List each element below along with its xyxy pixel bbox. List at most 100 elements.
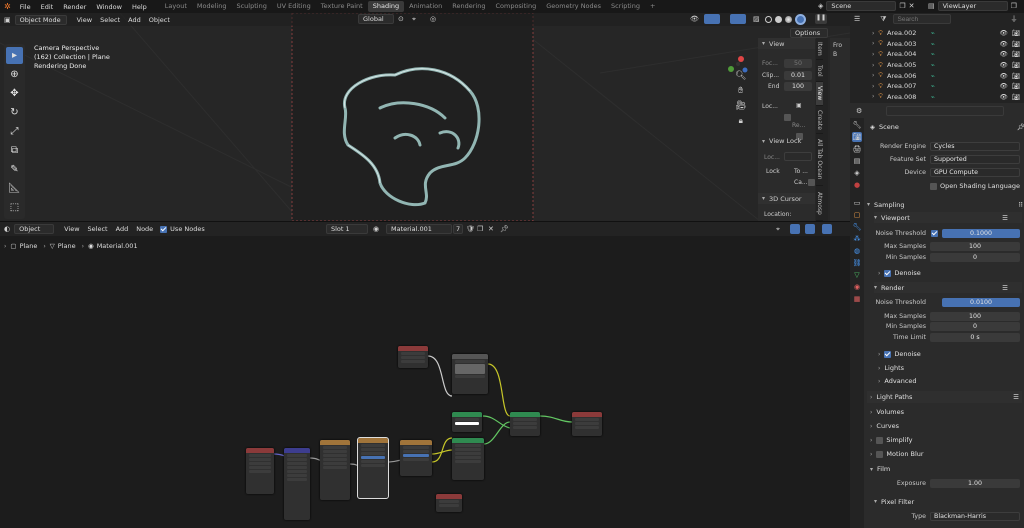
fake-user-icon[interactable]: 🛡︎ — [466, 225, 475, 233]
node-noise-texture[interactable] — [320, 440, 350, 500]
render-tab-icon[interactable]: 📷︎ — [852, 132, 862, 142]
visibility-eye-icon[interactable]: 👁︎ — [999, 50, 1007, 58]
pivot-icon[interactable]: ⊙ — [398, 15, 404, 23]
light-paths-presets-icon[interactable]: ☰ — [1013, 393, 1019, 401]
tool-tab-icon[interactable]: 🔧︎ — [852, 120, 862, 130]
visibility-eye-icon[interactable]: 👁︎ — [999, 61, 1007, 69]
lock-icon[interactable]: 🔒︎ — [739, 116, 743, 126]
render-subpanel-header[interactable]: ▾ Render ☰ — [874, 282, 1022, 293]
backdrop-icon[interactable] — [805, 224, 815, 234]
tab-all-tab-ocean[interactable]: All Tab Ocean — [816, 134, 823, 186]
expand-arrow-icon[interactable]: › — [872, 62, 874, 69]
vp-denoise-row[interactable]: › Denoise — [878, 269, 1024, 277]
lock-object-field[interactable] — [784, 152, 812, 161]
tab-rendering[interactable]: Rendering — [447, 1, 490, 12]
mode-selector[interactable]: Object Mode — [14, 14, 67, 25]
light-paths-panel[interactable]: › Light Paths ☰ — [867, 391, 1022, 403]
shader-type-selector[interactable]: Object — [14, 224, 55, 234]
material-browse-icon[interactable]: ◉ — [373, 225, 379, 233]
r-min-samples-field[interactable]: 0 — [930, 322, 1020, 331]
material-tab-icon[interactable]: ◉ — [852, 282, 862, 292]
node-mapping[interactable] — [284, 448, 310, 520]
outliner-row[interactable]: › 💡︎ Area.008 ⌁ 👁︎ 📷︎ — [850, 92, 1024, 103]
add-cube-icon[interactable]: ⬚ — [6, 199, 23, 216]
node-menu-select[interactable]: Select — [84, 225, 112, 233]
annotate-icon[interactable]: ✎ — [6, 161, 23, 178]
vp-max-samples-field[interactable]: 100 — [930, 242, 1020, 251]
tab-compositing[interactable]: Compositing — [490, 1, 541, 12]
physics-tab-icon[interactable]: ◍ — [852, 246, 862, 256]
simplify-checkbox[interactable] — [876, 436, 884, 444]
tab-texture-paint[interactable]: Texture Paint — [316, 1, 368, 12]
motion-blur-panel[interactable]: › Motion Blur — [867, 448, 1022, 460]
scale-icon[interactable]: ⤢ — [6, 123, 23, 140]
menu-render[interactable]: Render — [58, 3, 91, 11]
blender-logo-icon[interactable]: ✲ — [4, 2, 11, 11]
node-menu-node[interactable]: Node — [132, 225, 157, 233]
r-max-samples-field[interactable]: 100 — [930, 312, 1020, 321]
r-noise-threshold-field[interactable]: 0.0100 — [942, 298, 1020, 307]
node-editor-type-icon[interactable]: ◐ — [4, 225, 10, 233]
rotate-icon[interactable]: ↻ — [6, 104, 23, 121]
node-light-path[interactable] — [398, 346, 428, 368]
texture-tab-icon[interactable]: ▦ — [852, 294, 862, 304]
tab-uv-editing[interactable]: UV Editing — [272, 1, 316, 12]
vp-noise-threshold-field[interactable]: 0.1000 — [942, 229, 1020, 238]
modifier-tab-icon[interactable]: 🔧︎ — [852, 222, 862, 232]
zoom-icon[interactable]: 🔍︎ — [735, 71, 746, 81]
expand-arrow-icon[interactable]: › — [872, 93, 874, 100]
view-panel-header[interactable]: ▾ View — [758, 38, 815, 49]
visibility-icon[interactable]: 👁︎ — [690, 15, 699, 23]
node-image-texture[interactable] — [452, 354, 488, 394]
3d-cursor-header[interactable]: ▾ 3D Cursor — [758, 193, 815, 204]
move-icon[interactable]: ✥ — [6, 85, 23, 102]
scene-selector[interactable]: Scene — [826, 1, 897, 11]
vp-noise-threshold-checkbox[interactable] — [931, 230, 938, 237]
render-camera-icon[interactable]: 📷︎ — [1012, 61, 1020, 69]
lights-subpanel[interactable]: › Lights — [878, 364, 1024, 372]
device-dropdown[interactable]: GPU Compute — [930, 168, 1020, 177]
feature-set-dropdown[interactable]: Supported — [930, 155, 1020, 164]
slot-selector[interactable]: Slot 1 — [326, 224, 368, 234]
material-users-count[interactable]: 7 — [453, 224, 463, 234]
cursor-icon[interactable]: ⊕ — [6, 66, 23, 83]
view-lock-header[interactable]: ▾ View Lock — [762, 137, 801, 145]
outliner-search-input[interactable] — [892, 14, 951, 24]
orientation-selector[interactable]: Global — [358, 14, 394, 24]
rendered-shading-icon[interactable] — [795, 14, 806, 25]
3d-viewport[interactable]: 🔍︎ ✋︎ 🎥︎ 🔒︎ — [0, 13, 850, 221]
world-tab-icon[interactable]: ● — [852, 180, 862, 190]
render-camera-icon[interactable]: 📷︎ — [1012, 50, 1020, 58]
film-panel-header[interactable]: ▾ Film — [867, 463, 1022, 475]
r-denoise-row[interactable]: › Denoise — [878, 350, 1024, 358]
sampling-panel-header[interactable]: ▾ Sampling ⠿ — [867, 199, 1023, 210]
render-camera-icon[interactable]: 📷︎ — [1012, 40, 1020, 48]
curves-panel[interactable]: › Curves — [867, 420, 1022, 432]
node-texture-coordinate[interactable] — [246, 448, 274, 494]
add-workspace-button[interactable]: + — [645, 1, 660, 12]
menu-edit[interactable]: Edit — [36, 3, 59, 11]
pixel-filter-subpanel[interactable]: ▾ Pixel Filter — [874, 496, 1022, 507]
render-camera-icon[interactable]: 📷︎ — [1012, 82, 1020, 90]
snap-node-icon[interactable]: ⌖ — [776, 225, 780, 234]
unlink-material-icon[interactable]: ✕ — [488, 225, 494, 233]
measure-icon[interactable]: 📐︎ — [6, 180, 23, 197]
clip-end-field[interactable]: 100 — [784, 82, 812, 91]
outliner-row[interactable]: › 💡︎ Area.003 ⌁ 👁︎ 📷︎ — [850, 39, 1024, 50]
snap-icon[interactable]: ⌖ — [412, 15, 416, 24]
node-menu-view[interactable]: View — [60, 225, 83, 233]
node-mix-shader[interactable] — [510, 412, 540, 436]
local-camera-checkbox[interactable] — [784, 114, 791, 121]
properties-editor-icon[interactable]: ⚙ — [856, 107, 862, 115]
use-nodes-checkbox[interactable] — [160, 225, 168, 233]
tab-modeling[interactable]: Modeling — [192, 1, 232, 12]
view-layer-selector[interactable]: ViewLayer — [937, 1, 1008, 11]
duplicate-material-icon[interactable]: ❐ — [477, 225, 483, 233]
outliner-row[interactable]: › 💡︎ Area.006 ⌁ 👁︎ 📷︎ — [850, 70, 1024, 81]
clip-start-field[interactable]: 0.01 — [784, 71, 812, 80]
select-box-icon[interactable]: ▸ — [6, 47, 23, 64]
gizmo-toggle-icon[interactable] — [704, 14, 720, 24]
vp-denoise-checkbox[interactable] — [884, 269, 892, 277]
viewport-menu-select[interactable]: Select — [96, 16, 124, 24]
lock-to-3d-cursor-checkbox[interactable] — [808, 179, 816, 186]
